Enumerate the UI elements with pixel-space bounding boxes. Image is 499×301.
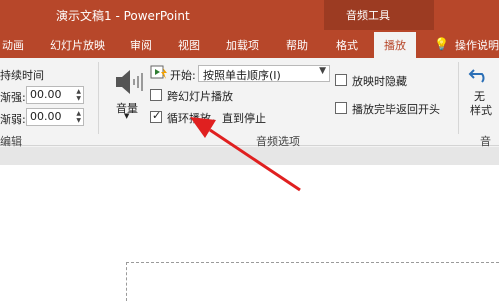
annotation-arrow-icon [190, 117, 301, 192]
